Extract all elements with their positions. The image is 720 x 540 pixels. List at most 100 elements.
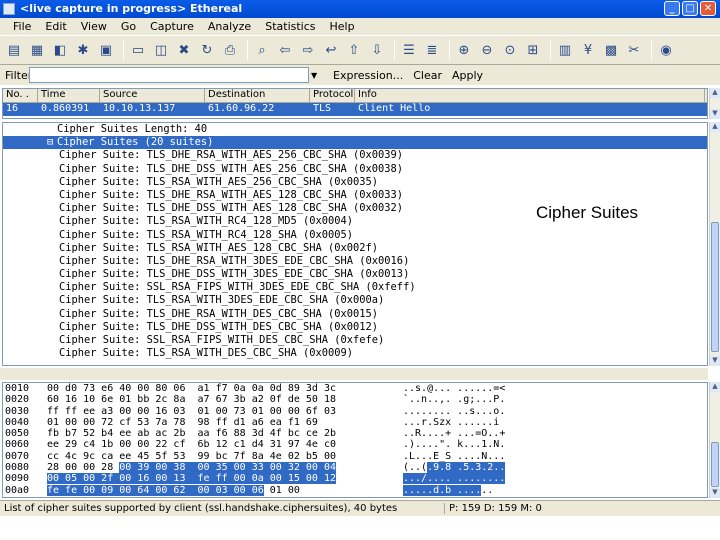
expression-button[interactable]: Expression... xyxy=(333,69,403,82)
hex-scrollbar[interactable]: ▲ ▼ xyxy=(709,382,720,498)
pane-splitter[interactable] xyxy=(0,368,708,380)
help-icon[interactable]: ◉ xyxy=(656,40,676,60)
hex-ascii: .....d.b ...... xyxy=(403,484,494,496)
details-scrollbar[interactable]: ▲ ▼ xyxy=(709,122,720,366)
forward-arrow-icon[interactable]: ⇨ xyxy=(298,40,318,60)
list-item[interactable]: Cipher Suite: TLS_RSA_WITH_AES_128_CBC_S… xyxy=(3,242,707,255)
tree-expander-icon[interactable]: ⊟ xyxy=(47,136,57,149)
scroll-up-icon[interactable]: ▲ xyxy=(710,382,720,392)
column-header-source[interactable]: Source xyxy=(100,89,205,102)
filter-input[interactable] xyxy=(29,67,309,83)
zoom-in-icon[interactable]: ⊕ xyxy=(454,40,474,60)
scroll-down-icon[interactable]: ▼ xyxy=(710,109,720,119)
packet-details-tree: Cipher Suites Length: 40 ⊟ Cipher Suites (… xyxy=(2,122,708,366)
app-icon xyxy=(3,3,15,15)
hex-row[interactable]: 0030 ff ff ee a3 00 00 16 03 01 00 73 01 … xyxy=(3,406,707,417)
zoom-out-icon[interactable]: ⊖ xyxy=(477,40,497,60)
scroll-up-icon[interactable]: ▲ xyxy=(710,88,720,98)
print-icon[interactable]: ⎙ xyxy=(220,40,240,60)
hex-row[interactable]: 0040 01 00 00 72 cf 53 7a 78 98 ff d1 a6 … xyxy=(3,417,707,428)
tree-node[interactable]: Cipher Suites Length: 40 xyxy=(3,123,707,136)
menu-go[interactable]: Go xyxy=(114,18,143,35)
ascii-highlighted: .../.... ........ xyxy=(403,473,506,485)
start-capture-icon[interactable]: ◧ xyxy=(50,40,70,60)
open-folder-icon[interactable]: ▭ xyxy=(128,40,148,60)
list-item[interactable]: Cipher Suite: TLS_DHE_RSA_WITH_DES_CBC_S… xyxy=(3,308,707,321)
goto-packet-icon[interactable]: ↩ xyxy=(321,40,341,60)
list-item[interactable]: Cipher Suite: TLS_DHE_RSA_WITH_AES_128_C… xyxy=(3,189,707,202)
minimize-button[interactable]: _ xyxy=(664,1,680,16)
interfaces-icon[interactable]: ▤ xyxy=(4,40,24,60)
stop-capture-icon[interactable]: ✱ xyxy=(73,40,93,60)
list-item[interactable]: Cipher Suite: TLS_RSA_WITH_RC4_128_SHA (… xyxy=(3,229,707,242)
save-icon[interactable]: ◫ xyxy=(151,40,171,60)
menu-help[interactable]: Help xyxy=(323,18,362,35)
close-file-icon[interactable]: ✖ xyxy=(174,40,194,60)
list-item[interactable]: Cipher Suite: TLS_DHE_DSS_WITH_DES_CBC_S… xyxy=(3,321,707,334)
hex-row[interactable]: 00a0 fe fe 00 09 00 64 00 62 00 03 00 06 … xyxy=(3,484,707,496)
hex-row[interactable]: 0010 00 d0 73 e6 40 00 80 06 a1 f7 0a 0a … xyxy=(3,383,707,394)
hex-offset: 0020 xyxy=(5,394,30,406)
menu-analyze[interactable]: Analyze xyxy=(201,18,258,35)
column-header-destination[interactable]: Destination xyxy=(205,89,310,102)
chevron-down-icon[interactable]: ▼ xyxy=(311,71,323,80)
find-icon[interactable]: ⌕ xyxy=(252,40,272,60)
list-item[interactable]: Cipher Suite: TLS_RSA_WITH_DES_CBC_SHA (… xyxy=(3,347,707,360)
hex-row[interactable]: 0050 fb b7 52 b4 ee ab ac 2b aa f6 88 3d … xyxy=(3,428,707,439)
scroll-thumb[interactable] xyxy=(711,442,719,487)
hex-row[interactable]: 0060 ee 29 c4 1b 00 00 22 cf 6b 12 c1 d4 … xyxy=(3,439,707,450)
packet-list-scrollbar[interactable]: ▲ ▼ xyxy=(709,88,720,119)
scroll-down-icon[interactable]: ▼ xyxy=(710,488,720,498)
hex-offset: 0050 xyxy=(5,428,30,440)
list-item[interactable]: Cipher Suite: TLS_DHE_RSA_WITH_AES_256_C… xyxy=(3,149,707,162)
capture-options-icon[interactable]: ▦ xyxy=(27,40,47,60)
hex-row[interactable]: 0070 cc 4c 9c ca ee 45 5f 53 99 bc 7f 8a … xyxy=(3,451,707,462)
zoom-normal-icon[interactable]: ⊙ xyxy=(500,40,520,60)
back-arrow-icon[interactable]: ⇦ xyxy=(275,40,295,60)
menu-capture[interactable]: Capture xyxy=(143,18,201,35)
tree-node[interactable]: ⊟ Cipher Suites (20 suites) xyxy=(3,136,707,150)
hex-row[interactable]: 0090 00 05 00 2f 00 16 00 13 fe ff 00 0a … xyxy=(3,473,707,485)
scroll-down-icon[interactable]: ▼ xyxy=(710,356,720,366)
ascii-plain: .. xyxy=(481,484,494,496)
clear-button[interactable]: Clear xyxy=(413,69,442,82)
column-header-no[interactable]: No. . xyxy=(3,89,38,102)
hex-row[interactable]: 0020 60 16 10 6e 01 bb 2c 8a a7 67 3b a2 … xyxy=(3,394,707,405)
capture-filters-icon[interactable]: ▥ xyxy=(555,40,575,60)
maximize-button[interactable]: □ xyxy=(682,1,698,16)
ascii-highlighted: .9.8 .5.3.2.. xyxy=(427,462,506,474)
restart-capture-icon[interactable]: ▣ xyxy=(96,40,116,60)
hex-ascii: .../.... ........ xyxy=(403,473,506,485)
list-item[interactable]: Cipher Suite: TLS_RSA_WITH_3DES_EDE_CBC_… xyxy=(3,294,707,307)
column-header-info[interactable]: Info xyxy=(355,89,705,102)
first-packet-icon[interactable]: ⇧ xyxy=(344,40,364,60)
reload-icon[interactable]: ↻ xyxy=(197,40,217,60)
list-item[interactable]: Cipher Suite: TLS_RSA_WITH_AES_256_CBC_S… xyxy=(3,176,707,189)
table-row[interactable]: 16 0.860391 10.10.13.137 61.60.96.22 TLS… xyxy=(3,103,707,116)
colorize-icon[interactable]: ☰ xyxy=(399,40,419,60)
menu-file[interactable]: File xyxy=(6,18,38,35)
coloring-rules-icon[interactable]: ▩ xyxy=(601,40,621,60)
column-header-time[interactable]: Time xyxy=(38,89,100,102)
menu-view[interactable]: View xyxy=(74,18,114,35)
hex-row[interactable]: 0080 28 00 00 28 00 39 00 38 00 35 00 33 … xyxy=(3,462,707,474)
column-header-protocol[interactable]: Protocol xyxy=(310,89,355,102)
preferences-icon[interactable]: ✂ xyxy=(624,40,644,60)
list-item[interactable]: Cipher Suite: SSL_RSA_FIPS_WITH_3DES_EDE… xyxy=(3,281,707,294)
list-item[interactable]: Cipher Suite: TLS_DHE_RSA_WITH_3DES_EDE_… xyxy=(3,255,707,268)
hex-bytes-plain: 28 00 00 28 xyxy=(47,462,120,474)
autoscroll-icon[interactable]: ≣ xyxy=(422,40,442,60)
apply-button[interactable]: Apply xyxy=(452,69,483,82)
list-item[interactable]: Cipher Suite: TLS_DHE_DSS_WITH_3DES_EDE_… xyxy=(3,268,707,281)
list-item[interactable]: Cipher Suite: TLS_DHE_DSS_WITH_AES_256_C… xyxy=(3,163,707,176)
last-packet-icon[interactable]: ⇩ xyxy=(367,40,387,60)
list-item[interactable]: Cipher Suite: SSL_RSA_FIPS_WITH_DES_CBC_… xyxy=(3,334,707,347)
menu-edit[interactable]: Edit xyxy=(38,18,73,35)
resize-columns-icon[interactable]: ⊞ xyxy=(523,40,543,60)
scroll-up-icon[interactable]: ▲ xyxy=(710,122,720,132)
close-button[interactable]: ✕ xyxy=(700,1,716,16)
menu-statistics[interactable]: Statistics xyxy=(258,18,322,35)
scroll-thumb[interactable] xyxy=(711,222,719,352)
display-filters-icon[interactable]: ¥ xyxy=(578,40,598,60)
ascii-plain: ........ ..s...o. xyxy=(403,405,506,417)
